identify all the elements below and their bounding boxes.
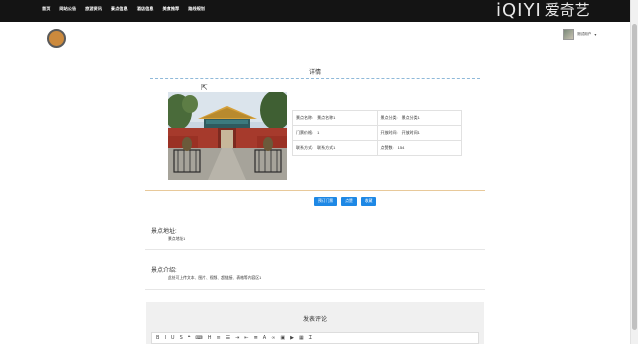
- intro-text: 此处可上传文本、图片、视频、超链接、表格等内容区1: [168, 276, 262, 280]
- address-divider: [145, 249, 485, 250]
- nav-item-home[interactable]: 首页: [42, 6, 50, 12]
- intro-divider: [145, 289, 485, 290]
- user-name[interactable]: 测试用户: [577, 32, 591, 37]
- info-row: 门票价格: 1 开放时间: 开放时间1: [292, 125, 462, 141]
- info-cell: 联系方式: 联系方式1: [292, 140, 378, 156]
- brand-watermark: iQIYI 爱奇艺: [496, 0, 590, 22]
- link-icon[interactable]: ∞: [271, 336, 275, 341]
- align-icon[interactable]: ≣: [254, 336, 258, 341]
- caret-down-icon[interactable]: ▾: [594, 32, 596, 37]
- color-icon[interactable]: A: [263, 336, 266, 341]
- list-bullet-icon[interactable]: ☰: [226, 336, 230, 341]
- attraction-info-table: 景点名称: 景点名称1 景点分类: 景点分类1 门票价格: 1 开放时间: 开放时间1 …: [292, 110, 462, 156]
- comment-title: 发表评论: [302, 317, 327, 323]
- video-icon[interactable]: ▶: [290, 336, 294, 341]
- info-cell: 门票价格: 1: [292, 125, 378, 141]
- user-menu[interactable]: 测试用户 ▾: [563, 29, 596, 40]
- brand-latin: iQIYI: [496, 0, 542, 21]
- table-icon[interactable]: ▦: [299, 336, 304, 341]
- nav-item-hotels[interactable]: 酒店信息: [137, 6, 154, 12]
- heading-icon[interactable]: H: [208, 336, 212, 341]
- underline-icon[interactable]: U: [171, 336, 175, 341]
- info-row: 联系方式: 联系方式1 点赞数: 154: [292, 140, 462, 156]
- page-title: 详情: [308, 70, 321, 76]
- info-cell: 景点名称: 景点名称1: [292, 110, 378, 126]
- code-icon[interactable]: ⌨: [195, 336, 202, 341]
- like-button[interactable]: 点赞: [341, 197, 357, 206]
- comment-section: 发表评论 B I U S ❝ ⌨ H ≡ ☰ ⇥ ⇤ ≣ A ∞ ▣ ▶ ▦ Ꮖ: [146, 302, 484, 344]
- title-divider: [150, 78, 480, 79]
- indent-icon[interactable]: ⇥: [235, 336, 239, 341]
- action-buttons: 预订门票 点赞 收藏: [314, 197, 377, 206]
- cursor-icon: ⇱: [201, 83, 208, 92]
- page-scrollbar[interactable]: [630, 0, 638, 344]
- info-cell: 点赞数: 154: [376, 140, 462, 156]
- bold-icon[interactable]: B: [156, 336, 159, 341]
- nav-item-food[interactable]: 美食推荐: [162, 6, 179, 12]
- outdent-icon[interactable]: ⇤: [244, 336, 248, 341]
- info-cell: 景点分类: 景点分类1: [376, 110, 462, 126]
- brand-cjk: 爱奇艺: [544, 2, 590, 19]
- image-icon[interactable]: ▣: [280, 336, 285, 341]
- favorite-button[interactable]: 收藏: [360, 197, 377, 206]
- italic-icon[interactable]: I: [164, 336, 165, 341]
- nav-item-announcement[interactable]: 网站公告: [59, 6, 76, 12]
- main-nav: 首页 网站公告 旅游资讯 景点信息 酒店信息 美食推荐 路线规划: [42, 6, 205, 12]
- scrollbar-thumb[interactable]: [632, 24, 637, 330]
- quote-icon[interactable]: ❝: [188, 336, 191, 341]
- nav-item-attractions[interactable]: 景点信息: [111, 6, 128, 12]
- info-cell: 开放时间: 开放时间1: [376, 125, 462, 141]
- address-label: 景点地址:: [151, 229, 177, 235]
- top-nav-bar: 首页 网站公告 旅游资讯 景点信息 酒店信息 美食推荐 路线规划 iQIYI 爱…: [0, 0, 638, 22]
- content-separator: [145, 190, 485, 191]
- strike-icon[interactable]: S: [180, 336, 183, 341]
- avatar[interactable]: [563, 29, 574, 40]
- intro-label: 景点介绍:: [151, 268, 177, 274]
- list-ordered-icon[interactable]: ≡: [216, 336, 220, 341]
- rich-text-toolbar[interactable]: B I U S ❝ ⌨ H ≡ ☰ ⇥ ⇤ ≣ A ∞ ▣ ▶ ▦ Ꮖ: [151, 332, 479, 344]
- logo-circle-icon[interactable]: [47, 29, 66, 48]
- nav-item-routes[interactable]: 路线规划: [188, 6, 205, 12]
- nav-item-travel-news[interactable]: 旅游资讯: [85, 6, 102, 12]
- address-text: 景点地址1: [168, 237, 186, 241]
- attraction-photo: [168, 92, 287, 180]
- book-ticket-button[interactable]: 预订门票: [314, 197, 338, 206]
- info-row: 景点名称: 景点名称1 景点分类: 景点分类1: [292, 110, 462, 126]
- clear-format-icon[interactable]: Ꮖ: [309, 336, 312, 341]
